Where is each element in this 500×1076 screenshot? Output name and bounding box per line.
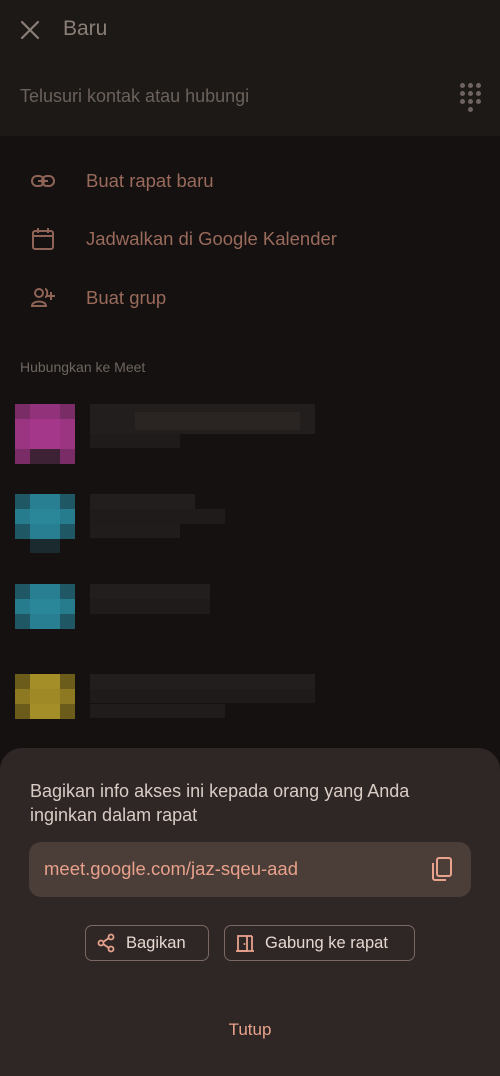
share-button[interactable]: Bagikan	[85, 925, 209, 961]
share-icon	[97, 933, 115, 953]
dialpad-icon[interactable]	[458, 82, 484, 112]
close-icon[interactable]	[18, 18, 42, 42]
share-label: Bagikan	[126, 934, 186, 952]
section-title: Hubungkan ke Meet	[20, 359, 146, 375]
search-input[interactable]: Telusuri kontak atau hubungi	[20, 86, 249, 107]
create-group-action[interactable]: Buat grup	[0, 273, 500, 323]
door-icon	[236, 935, 254, 952]
contact-row[interactable]	[0, 398, 500, 476]
share-info-text: Bagikan info akses ini kepada orang yang…	[30, 781, 410, 825]
join-meeting-label: Gabung ke rapat	[265, 934, 388, 952]
share-meeting-sheet: Bagikan info akses ini kepada orang yang…	[0, 748, 500, 1076]
contact-row[interactable]	[0, 578, 500, 656]
link-icon	[31, 175, 55, 187]
top-app-bar: Baru Telusuri kontak atau hubungi	[0, 0, 500, 136]
contact-row[interactable]	[0, 668, 500, 746]
page-title: Baru	[63, 17, 108, 40]
meeting-link-box[interactable]: meet.google.com/jaz-sqeu-aad	[29, 842, 471, 897]
new-meeting-action[interactable]: Buat rapat baru	[0, 156, 500, 206]
create-group-label: Buat grup	[86, 287, 167, 308]
add-group-icon	[30, 288, 55, 307]
contact-row[interactable]	[0, 488, 500, 566]
contact-name	[90, 584, 210, 599]
contact-name	[90, 494, 195, 509]
copy-icon[interactable]	[429, 856, 455, 882]
new-meeting-label: Buat rapat baru	[86, 170, 214, 191]
join-meeting-button[interactable]: Gabung ke rapat	[224, 925, 415, 961]
meeting-link: meet.google.com/jaz-sqeu-aad	[44, 858, 299, 879]
schedule-calendar-label: Jadwalkan di Google Kalender	[86, 228, 337, 249]
schedule-calendar-action[interactable]: Jadwalkan di Google Kalender	[0, 214, 500, 264]
close-sheet-button[interactable]: Tutup	[210, 1020, 290, 1042]
contact-name	[90, 674, 315, 689]
calendar-icon	[32, 228, 54, 250]
